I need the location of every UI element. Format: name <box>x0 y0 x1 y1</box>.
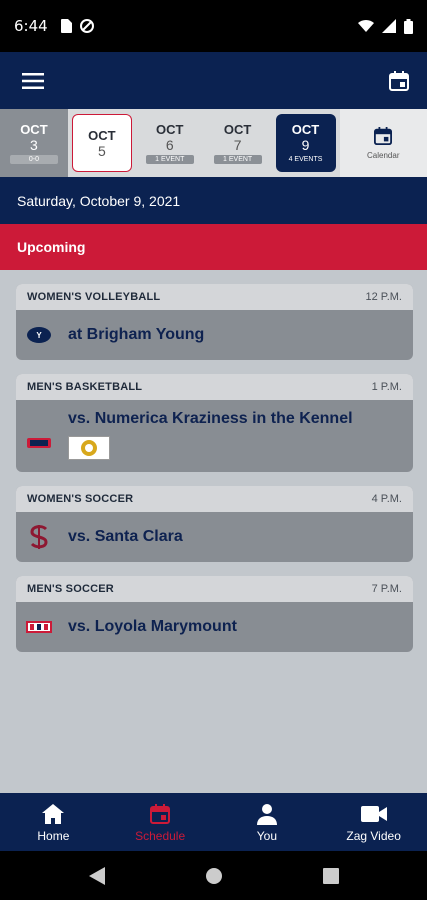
menu-icon[interactable] <box>22 72 44 89</box>
event-header: MEN'S SOCCER 7 P.M. <box>16 576 413 602</box>
event-opponent: vs. Numerica Kraziness in the Kennel <box>68 410 353 427</box>
home-circle-icon[interactable] <box>205 867 223 885</box>
sponsor-badge-icon <box>81 440 97 456</box>
status-time: 6:44 <box>14 17 48 35</box>
svg-text:Y: Y <box>36 331 42 340</box>
event-header: WOMEN'S VOLLEYBALL 12 P.M. <box>16 284 413 310</box>
nav-home[interactable]: Home <box>0 793 107 851</box>
data-saver-icon <box>79 19 94 33</box>
video-camera-icon <box>360 805 387 822</box>
event-sport: MEN'S SOCCER <box>27 583 114 595</box>
event-body: vs. Loyola Marymount <box>16 602 413 652</box>
date-oct-9[interactable]: OCT 9 4 EVENTS <box>275 114 336 172</box>
event-time: 7 P.M. <box>371 583 402 595</box>
santa-clara-logo-icon <box>26 524 52 550</box>
person-icon <box>256 803 277 825</box>
calendar-icon[interactable] <box>389 70 409 91</box>
event-card[interactable]: MEN'S BASKETBALL 1 P.M. vs. Numerica Kra… <box>16 374 413 472</box>
event-time: 4 P.M. <box>371 493 402 505</box>
calendar-icon <box>150 803 171 824</box>
date-day: 6 <box>165 137 174 153</box>
date-day: 3 <box>30 137 38 153</box>
nav-schedule[interactable]: Schedule <box>107 793 214 851</box>
event-opponent: at Brigham Young <box>68 326 205 343</box>
event-sport: WOMEN'S VOLLEYBALL <box>27 291 161 303</box>
nav-schedule-label: Schedule <box>135 828 186 843</box>
wifi-icon <box>358 19 374 32</box>
nav-zag-video[interactable]: Zag Video <box>320 793 427 851</box>
event-count-badge: 4 EVENTS <box>288 156 323 163</box>
gonzaga-bulldog-logo-icon <box>26 430 52 456</box>
nav-you-label: You <box>256 828 277 843</box>
event-header: MEN'S BASKETBALL 1 P.M. <box>16 374 413 400</box>
home-icon <box>42 803 65 824</box>
event-list: WOMEN'S VOLLEYBALL 12 P.M. Y at Brigham … <box>16 284 413 666</box>
selected-date-header: Saturday, October 9, 2021 <box>0 177 427 224</box>
battery-icon <box>404 18 413 34</box>
sim-card-icon <box>60 19 72 33</box>
event-sport: MEN'S BASKETBALL <box>27 381 143 393</box>
event-sport: WOMEN'S SOCCER <box>27 493 134 505</box>
date-oct-6[interactable]: OCT 6 1 EVENT <box>136 109 204 177</box>
date-strip: OCT 3 0-0 OCT 5 OCT 6 1 EVENT OCT 7 1 EV… <box>0 109 427 177</box>
event-header: WOMEN'S SOCCER 4 P.M. <box>16 486 413 512</box>
date-day: 9 <box>301 137 310 153</box>
event-count-badge: 1 EVENT <box>213 155 262 164</box>
event-body: vs. Santa Clara <box>16 512 413 562</box>
date-month: OCT <box>156 122 184 137</box>
signal-icon <box>382 19 396 33</box>
nav-home-label: Home <box>37 828 70 843</box>
date-month: OCT <box>223 122 252 137</box>
event-card[interactable]: MEN'S SOCCER 7 P.M. vs. Loyola Marymount <box>16 576 413 652</box>
event-body: Y at Brigham Young <box>16 310 413 360</box>
sponsor-logo <box>68 436 110 460</box>
event-card[interactable]: WOMEN'S VOLLEYBALL 12 P.M. Y at Brigham … <box>16 284 413 360</box>
date-oct-5[interactable]: OCT 5 <box>71 114 132 172</box>
date-day: 7 <box>233 137 242 153</box>
nav-you[interactable]: You <box>214 793 321 851</box>
recents-icon[interactable] <box>322 867 339 884</box>
event-body: vs. Numerica Kraziness in the Kennel <box>16 400 413 472</box>
calendar-icon <box>374 126 393 145</box>
loyola-marymount-logo-icon <box>26 614 52 640</box>
date-result: 0-0 <box>9 155 58 164</box>
date-oct-3[interactable]: OCT 3 0-0 <box>0 109 68 177</box>
nav-video-label: Zag Video <box>346 828 401 843</box>
system-nav-bar <box>0 851 427 900</box>
date-day: 5 <box>97 142 106 159</box>
back-icon[interactable] <box>88 866 105 885</box>
byu-logo-icon: Y <box>26 322 52 348</box>
event-time: 12 P.M. <box>365 291 403 303</box>
event-card[interactable]: WOMEN'S SOCCER 4 P.M. vs. Santa Clara <box>16 486 413 562</box>
event-time: 1 P.M. <box>371 381 402 393</box>
bottom-nav: Home Schedule You Zag Video <box>0 793 427 851</box>
status-bar: 6:44 <box>0 0 427 52</box>
event-count-badge: 1 EVENT <box>145 155 194 164</box>
calendar-label: Calendar <box>367 150 400 160</box>
section-title: Upcoming <box>0 224 427 270</box>
date-month: OCT <box>20 122 48 137</box>
date-oct-7[interactable]: OCT 7 1 EVENT <box>204 109 272 177</box>
app-bar <box>0 52 427 109</box>
date-month: OCT <box>88 127 116 143</box>
event-opponent: vs. Santa Clara <box>68 528 183 545</box>
date-month: OCT <box>291 122 320 137</box>
event-opponent: vs. Loyola Marymount <box>68 618 237 635</box>
calendar-button[interactable]: Calendar <box>339 109 427 177</box>
